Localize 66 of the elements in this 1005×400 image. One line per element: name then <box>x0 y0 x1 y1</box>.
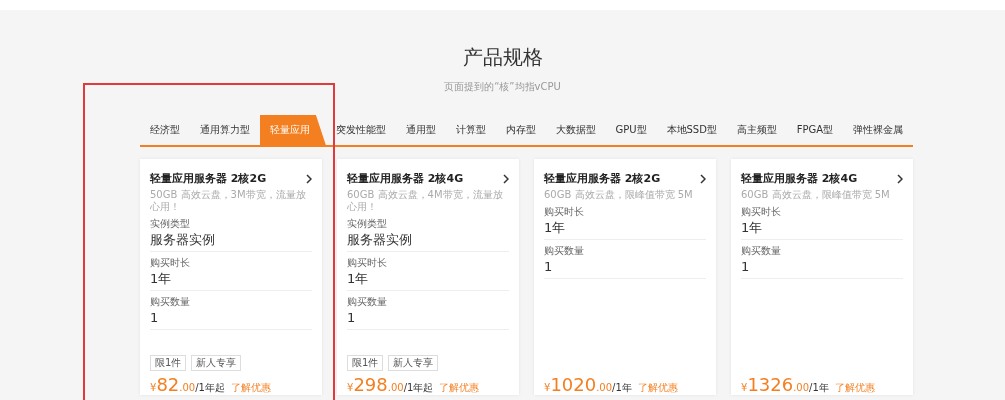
promo-tag: 限1件 <box>347 355 384 371</box>
promo-tag: 新人专享 <box>388 355 439 371</box>
category-tab[interactable]: 高主频型 <box>726 115 787 145</box>
product-description: 50GB 高效云盘，3M带宽，流量放心用！ <box>150 189 307 213</box>
category-tab[interactable]: 弹性裸金属 <box>843 115 914 145</box>
chevron-right-icon[interactable] <box>306 173 312 184</box>
section-subtitle: 页面提到的“核”均指vCPU <box>443 80 562 94</box>
product-name[interactable]: 轻量应用服务器 2核4G <box>347 171 464 186</box>
field-label: 购买数量 <box>347 296 388 308</box>
chevron-right-icon[interactable] <box>700 173 706 184</box>
price-decimals: .00 <box>387 382 404 393</box>
price-amount: 1326 <box>747 374 794 395</box>
currency-symbol: ¥ <box>347 382 354 393</box>
field-label: 购买时长 <box>741 206 782 218</box>
field-value: 服务器实例 <box>150 232 216 248</box>
field-value: 1 <box>741 259 751 275</box>
field-value: 服务器实例 <box>347 232 413 248</box>
price-amount: 82 <box>156 374 180 395</box>
chevron-right-icon[interactable] <box>503 173 509 184</box>
field-label: 购买时长 <box>347 257 388 269</box>
field-label: 购买时长 <box>544 206 585 218</box>
category-tab[interactable]: 大数据型 <box>545 115 606 145</box>
currency-symbol: ¥ <box>544 382 551 393</box>
chevron-right-icon[interactable] <box>897 173 903 184</box>
field-label: 购买数量 <box>150 296 191 308</box>
currency-symbol: ¥ <box>150 382 157 393</box>
product-name[interactable]: 轻量应用服务器 2核4G <box>741 171 858 186</box>
promo-tag: 限1件 <box>150 355 187 371</box>
product-name[interactable]: 轻量应用服务器 2核2G <box>150 171 267 186</box>
price-unit: /1年起 <box>403 381 434 395</box>
field-label: 购买数量 <box>544 245 585 257</box>
field-value: 1 <box>150 310 160 326</box>
currency-symbol: ¥ <box>741 382 748 393</box>
price-decimals: .00 <box>793 382 810 393</box>
product-description: 60GB 高效云盘，限峰值带宽 5M <box>544 189 694 201</box>
field-value: 1年 <box>544 220 567 236</box>
product-description: 60GB 高效云盘，限峰值带宽 5M <box>741 189 891 201</box>
promo-tag: 新人专享 <box>191 355 242 371</box>
price-unit: /1年起 <box>195 381 225 395</box>
category-tab[interactable]: 通用算力型 <box>189 115 260 145</box>
category-tab[interactable]: 计算型 <box>445 115 496 145</box>
field-value: 1 <box>347 310 357 326</box>
category-tab[interactable]: 内存型 <box>495 115 546 145</box>
price-decimals: .00 <box>179 382 196 393</box>
category-tab[interactable]: 突发性能型 <box>325 115 396 145</box>
field-value: 1 <box>544 259 554 275</box>
field-value: 1年 <box>150 271 173 287</box>
price-amount: 1020 <box>550 374 597 395</box>
category-tab[interactable]: 经济型 <box>140 115 190 145</box>
field-label: 实例类型 <box>150 218 191 230</box>
category-tab[interactable]: FPGA型 <box>786 115 844 145</box>
price-decimals: .00 <box>596 382 613 393</box>
price-unit: /1年 <box>612 381 632 395</box>
field-label: 购买时长 <box>150 257 191 269</box>
field-value: 1年 <box>347 271 370 287</box>
category-tab[interactable]: 通用型 <box>395 115 446 145</box>
field-label: 购买数量 <box>741 245 782 257</box>
price-unit: /1年 <box>809 381 829 395</box>
product-name[interactable]: 轻量应用服务器 2核2G <box>544 171 661 186</box>
product-description: 60GB 高效云盘，4M带宽，流量放心用！ <box>347 189 504 213</box>
category-tab[interactable]: GPU型 <box>605 115 657 145</box>
category-tab[interactable]: 本地SSD型 <box>656 115 727 145</box>
price-amount: 298 <box>353 374 388 395</box>
section-title: 产品规格 <box>461 44 544 70</box>
field-label: 实例类型 <box>347 218 388 230</box>
field-value: 1年 <box>741 220 764 236</box>
